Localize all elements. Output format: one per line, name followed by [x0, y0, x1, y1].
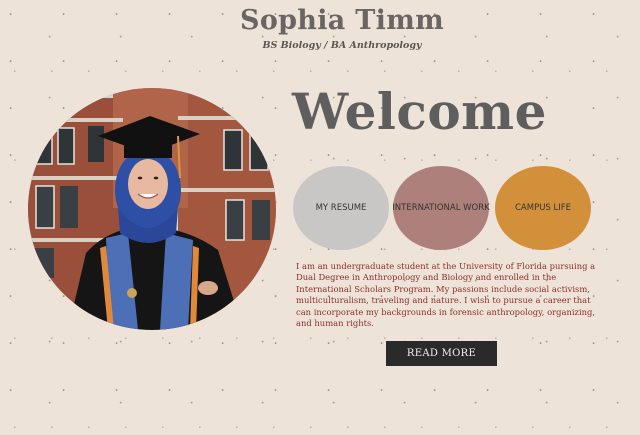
bio-paragraph: I am an undergraduate student at the Uni… — [296, 261, 596, 329]
site-subtitle: BS Biology / BA Anthropology — [262, 40, 422, 51]
graduate-portrait-image — [28, 88, 276, 330]
site-title: Sophia Timm — [240, 5, 444, 36]
nav-campus-life[interactable]: CAMPUS LIFE — [495, 166, 591, 250]
portrait-photo — [28, 88, 276, 330]
read-more-button[interactable]: READ MORE — [386, 341, 497, 366]
welcome-heading: Welcome — [292, 82, 547, 141]
nav-international-work[interactable]: INTERNATIONAL WORK — [392, 166, 490, 250]
nav-my-resume[interactable]: MY RESUME — [293, 166, 389, 250]
